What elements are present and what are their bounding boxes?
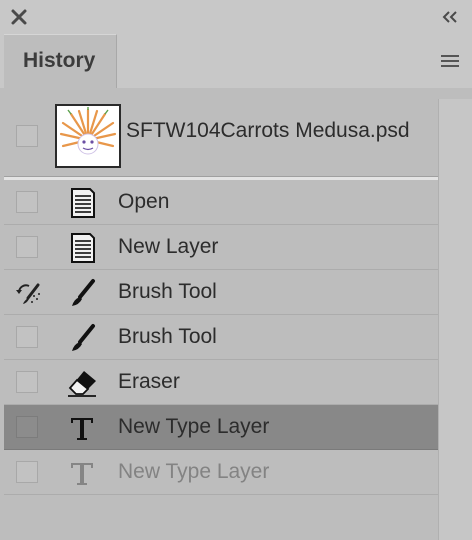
history-source-checkbox[interactable] — [16, 371, 38, 393]
document-thumbnail — [55, 104, 121, 168]
type-icon — [71, 463, 93, 485]
snapshot-label: SFTW104Carrots Medusa.psd — [126, 119, 410, 142]
history-state-brush-tool[interactable]: Brush Tool — [4, 315, 438, 360]
document-icon — [71, 233, 95, 263]
history-source-checkbox[interactable] — [16, 461, 38, 483]
panel-titlebar — [0, 0, 472, 35]
document-icon — [71, 188, 95, 218]
snapshot-row[interactable]: SFTW104Carrots Medusa.psd — [4, 88, 438, 176]
history-state-label: Eraser — [118, 370, 180, 393]
snapshot-source-checkbox[interactable] — [16, 125, 38, 147]
history-state-label: Brush Tool — [118, 325, 217, 348]
brush-icon — [72, 279, 95, 306]
history-state-open[interactable]: Open — [4, 180, 438, 225]
thumbnail-art — [59, 107, 117, 155]
history-source-checkbox[interactable] — [16, 326, 38, 348]
history-state-list: Open New Layer Brush Tool Brush Tool Era… — [4, 180, 438, 495]
brush-icon — [72, 324, 95, 351]
history-state-brush-tool[interactable]: Brush Tool — [4, 270, 438, 315]
history-source-checkbox[interactable] — [16, 236, 38, 258]
hamburger-menu-icon[interactable] — [440, 53, 460, 69]
history-state-label: Open — [118, 190, 170, 213]
history-state-label: Brush Tool — [118, 280, 217, 303]
history-state-label: New Layer — [118, 235, 219, 258]
panel-tabbar: History — [0, 34, 472, 88]
history-state-eraser[interactable]: Eraser — [4, 360, 438, 405]
history-state-new-type-layer-selected[interactable]: New Type Layer — [4, 405, 438, 450]
type-icon — [71, 418, 93, 440]
double-chevron-left-icon[interactable] — [440, 9, 460, 25]
history-panel: SFTW104Carrots Medusa.psd Open New Layer… — [4, 88, 438, 540]
history-state-new-layer[interactable]: New Layer — [4, 225, 438, 270]
history-state-label: New Type Layer — [118, 460, 270, 483]
history-state-new-type-layer-undone[interactable]: New Type Layer — [4, 450, 438, 495]
tab-history[interactable]: History — [4, 34, 117, 88]
eraser-icon — [68, 371, 96, 397]
history-source-checkbox[interactable] — [16, 416, 38, 438]
tab-history-label: History — [23, 49, 96, 72]
scrollbar-track[interactable] — [438, 99, 472, 540]
close-icon[interactable] — [10, 8, 28, 26]
history-source-checkbox[interactable] — [16, 191, 38, 213]
history-brush-source-icon[interactable] — [16, 281, 42, 305]
history-state-label: New Type Layer — [118, 415, 270, 438]
